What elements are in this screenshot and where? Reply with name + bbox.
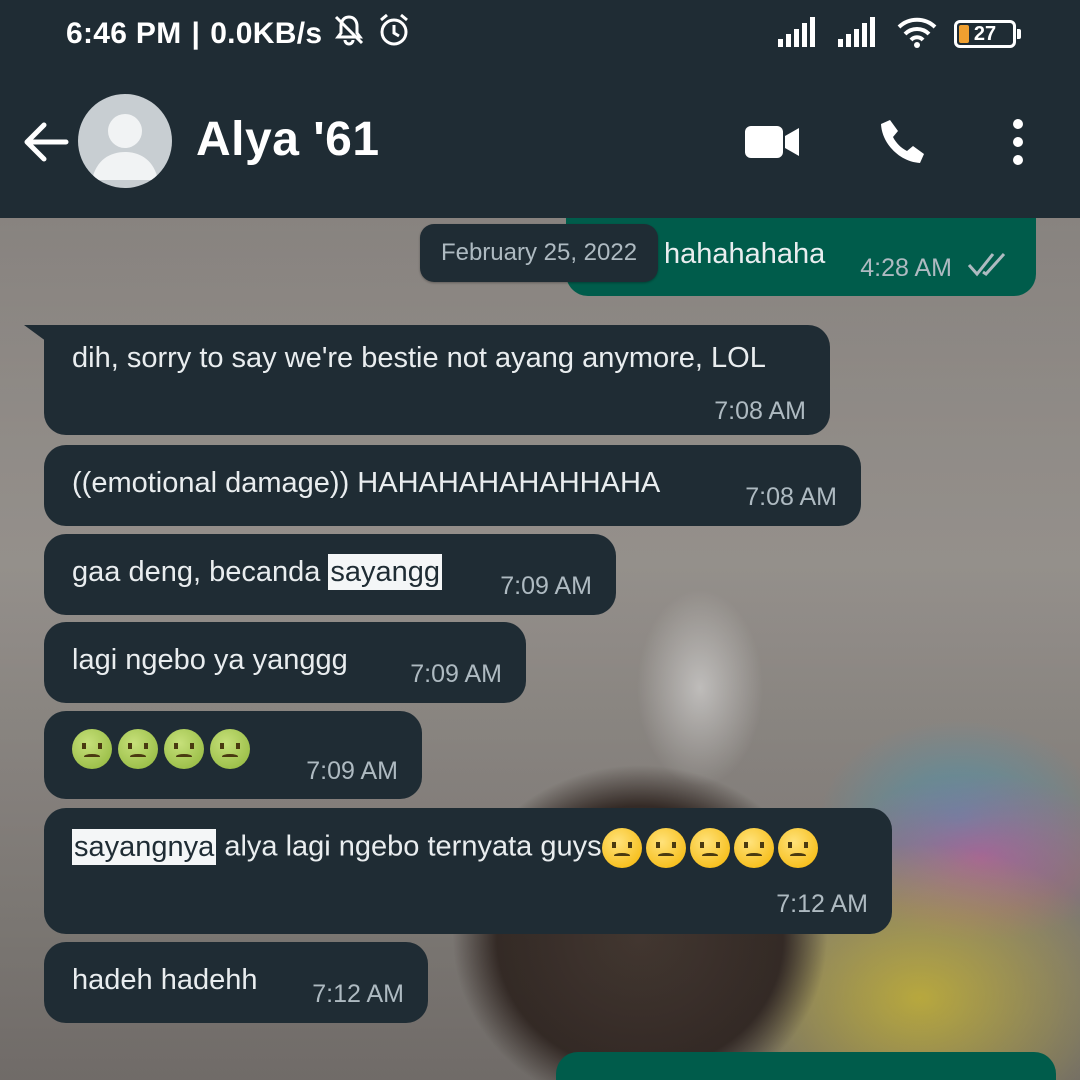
message-text: hadeh hadehh (72, 964, 258, 996)
message-bubble-outgoing[interactable] (556, 1052, 1056, 1080)
net-speed: 0.0KB/s (210, 17, 323, 50)
avatar[interactable] (78, 94, 172, 188)
phone-call-icon (881, 120, 924, 163)
more-vert-icon (1013, 119, 1023, 165)
message-bubble-incoming[interactable]: 7:09 AM (44, 711, 422, 799)
video-call-icon (745, 126, 799, 158)
nauseated-face-icon (210, 729, 250, 769)
wifi-icon (896, 16, 938, 53)
message-bubble-incoming[interactable]: hadeh hadehh 7:12 AM (44, 942, 428, 1023)
message-time: 7:12 AM (312, 980, 404, 1008)
video-call-button[interactable] (740, 114, 804, 170)
back-button[interactable] (18, 114, 74, 170)
battery-level (959, 25, 969, 43)
status-right: 27 (776, 14, 1021, 54)
signal-icon (776, 16, 820, 52)
avatar-icon (92, 114, 158, 180)
star-struck-face-icon (601, 828, 642, 868)
voice-call-button[interactable] (872, 114, 932, 170)
message-time: 7:09 AM (306, 757, 398, 785)
signal-icon (836, 16, 880, 52)
clock: 6:46 PM (66, 17, 182, 50)
mute-bell-icon (332, 13, 366, 55)
thinking-face-icon (777, 828, 818, 868)
more-options-button[interactable] (998, 114, 1038, 170)
message-text: hahahahaha (664, 238, 826, 270)
message-time: 7:08 AM (745, 483, 837, 511)
message-bubble-incoming[interactable]: sayangnya alya lagi ngebo ternyata guys … (44, 808, 892, 934)
nauseated-face-icon (118, 729, 158, 769)
confounded-face-icon (689, 828, 730, 868)
emoji-row (72, 729, 256, 769)
status-left: 6:46 PM | 0.0KB/s (66, 12, 412, 56)
highlighted-word: sayangg (328, 554, 443, 590)
back-arrow-icon (24, 122, 69, 162)
highlighted-word: sayangnya (72, 828, 217, 865)
battery-percent: 27 (973, 22, 997, 45)
message-time: 7:09 AM (500, 572, 592, 600)
nauseated-face-icon (164, 729, 204, 769)
read-receipt-icon (967, 252, 1006, 277)
message-text-plain: gaa deng, becanda (72, 556, 329, 588)
message-text: dih, sorry to say we're bestie not ayang… (72, 342, 766, 374)
hand-over-mouth-face-icon (645, 828, 686, 868)
message-time: 7:12 AM (776, 890, 868, 918)
alarm-icon (376, 12, 412, 56)
message-text: lagi ngebo ya yanggg (72, 644, 348, 676)
message-bubble-incoming[interactable]: lagi ngebo ya yanggg 7:09 AM (44, 622, 526, 703)
status-bar: 6:46 PM | 0.0KB/s 27 (0, 0, 1080, 70)
battery-icon: 27 (954, 20, 1021, 48)
chat-header: Alya '61 (0, 70, 1080, 218)
squinting-tongue-face-icon (733, 828, 774, 868)
date-chip: February 25, 2022 (420, 224, 658, 282)
nauseated-face-icon (72, 729, 112, 769)
message-time: 4:28 AM (860, 254, 952, 282)
message-time: 7:08 AM (714, 397, 806, 425)
message-time: 7:09 AM (410, 660, 502, 688)
message-text: gaa deng, becanda sayangg (72, 554, 443, 590)
message-text-plain: alya lagi ngebo ternyata guys (216, 830, 602, 863)
message-bubble-incoming[interactable]: dih, sorry to say we're bestie not ayang… (44, 325, 830, 435)
message-text: ((emotional damage)) HAHAHAHAHAHHAHA (72, 467, 661, 499)
message-bubble-incoming[interactable]: ((emotional damage)) HAHAHAHAHAHHAHA 7:0… (44, 445, 861, 526)
message-text: sayangnya alya lagi ngebo ternyata guys (72, 828, 822, 868)
chat-area[interactable]: hahahahaha 4:28 AM February 25, 2022 dih… (0, 218, 1080, 1080)
status-separator: | (191, 17, 201, 50)
contact-name[interactable]: Alya '61 (196, 112, 380, 167)
message-bubble-incoming[interactable]: gaa deng, becanda sayangg 7:09 AM (44, 534, 616, 615)
